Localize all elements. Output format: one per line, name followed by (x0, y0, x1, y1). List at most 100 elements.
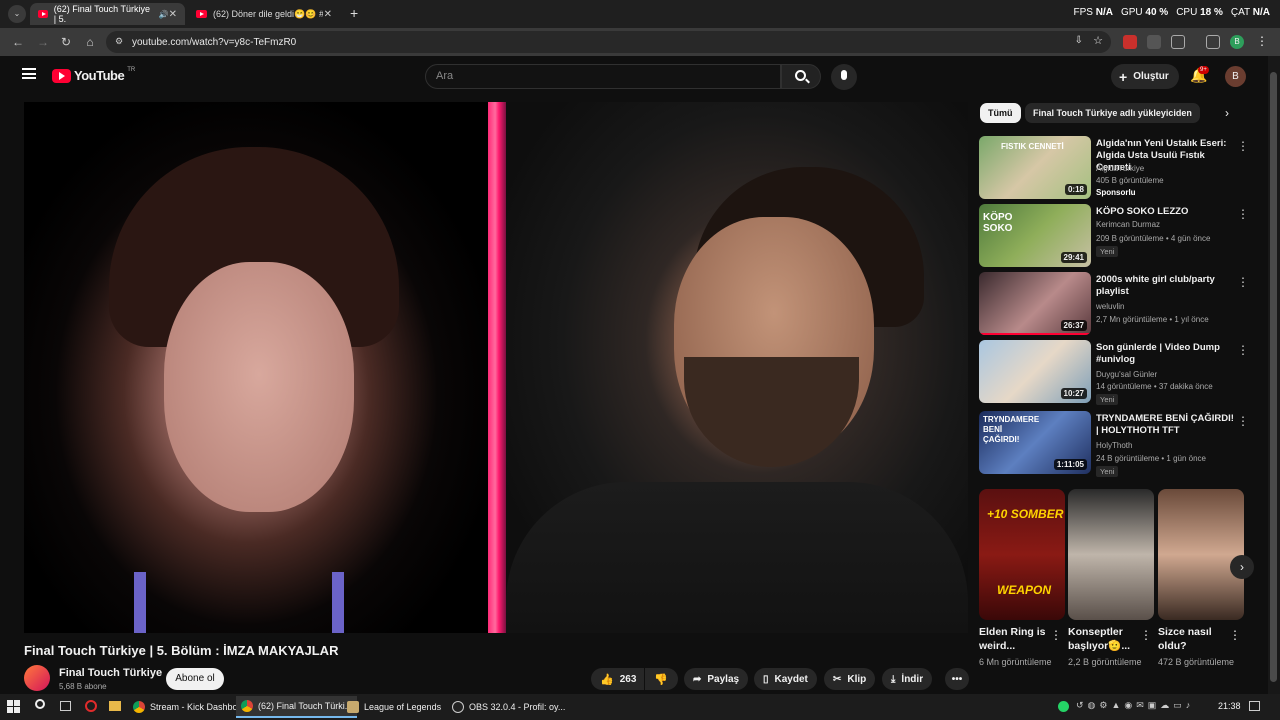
back-icon[interactable]: ← (9, 33, 27, 51)
tab-label: (62) Final Touch Türkiye | 5. (53, 4, 151, 24)
browser-menu-icon[interactable]: ⋮ (1256, 34, 1268, 48)
bookmark-star-icon[interactable]: ☆ (1093, 34, 1103, 47)
video-title[interactable]: 2000s white girl club/party playlist (1096, 274, 1236, 298)
thumbs-up-icon: 👍 (600, 673, 614, 686)
shorts-next-button[interactable]: › (1230, 555, 1254, 579)
short-title[interactable]: Elden Ring is weird... (979, 625, 1061, 653)
channel-avatar[interactable] (24, 665, 50, 691)
bookmark-icon: ▯ (763, 673, 769, 685)
more-vertical-icon[interactable]: ⋮ (1237, 414, 1249, 428)
tab-final-touch[interactable]: (62) Final Touch Türkiye | 5. 🔊 ✕ (30, 3, 185, 25)
close-icon[interactable]: ✕ (169, 9, 177, 20)
duration-badge: 0:18 (1064, 184, 1087, 195)
hamburger-menu-icon[interactable] (22, 68, 36, 79)
speaker-icon[interactable]: 🔊 (159, 10, 169, 19)
puzzle-extensions-icon[interactable] (1171, 35, 1185, 49)
forward-icon[interactable]: → (34, 33, 52, 51)
opera-icon[interactable] (85, 700, 97, 712)
subscribe-button[interactable]: Abone ol (166, 668, 224, 690)
download-button[interactable]: ⤓ İndir (882, 668, 933, 690)
list-item[interactable]: TRYNDAMERE BENİ ÇAĞIRDI! 1:11:05 TRYNDAM… (979, 411, 1259, 477)
new-tab-button[interactable]: + (350, 5, 358, 21)
file-explorer-icon[interactable] (109, 701, 121, 711)
account-avatar[interactable]: B (1225, 66, 1246, 87)
video-thumbnail[interactable]: KÖPO SOKO 29:41 (979, 204, 1091, 267)
windows-start-icon[interactable] (7, 700, 20, 713)
youtube-logo[interactable]: YouTube TR (52, 67, 135, 83)
whatsapp-tray-icon[interactable] (1058, 701, 1069, 712)
voice-search-button[interactable] (831, 64, 857, 90)
video-thumbnail[interactable]: TRYNDAMERE BENİ ÇAĞIRDI! 1:11:05 (979, 411, 1091, 474)
search-button[interactable] (781, 64, 821, 89)
dislike-button[interactable]: 👎 (645, 668, 678, 690)
taskbar-item-label: (62) Final Touch Türki... (258, 701, 353, 711)
media-control-icon[interactable] (1206, 35, 1220, 49)
address-bar[interactable]: ⚙ youtube.com/watch?v=y8c-TeFmzR0 ⇩ ☆ (106, 31, 1111, 53)
face-shape (164, 262, 354, 512)
scrollbar-thumb[interactable] (1270, 72, 1277, 682)
search-input[interactable]: Ara (425, 64, 781, 89)
short-thumbnail[interactable]: +10 SOMBER WEAPON (979, 489, 1065, 620)
tray-icons[interactable]: ↺◍⚙▲◉✉▣☁▭♪ (1076, 700, 1194, 711)
chips-next-icon[interactable]: › (1225, 106, 1229, 120)
video-title[interactable]: Son günlerde | Video Dump #univlog (1096, 342, 1236, 366)
video-thumbnail[interactable]: 10:27 (979, 340, 1091, 403)
share-button[interactable]: ➦ Paylaş (684, 668, 749, 690)
short-thumbnail[interactable] (1068, 489, 1154, 620)
channel-name[interactable]: Duygu'sal Günler (1096, 370, 1157, 379)
channel-name[interactable]: Final Touch Türkiye (59, 667, 162, 679)
channel-name[interactable]: HolyThoth (1096, 441, 1132, 450)
short-thumbnail[interactable] (1158, 489, 1244, 620)
list-item[interactable]: 26:37 2000s white girl club/party playli… (979, 272, 1259, 336)
short-title[interactable]: Sizce nasıl oldu? (1158, 625, 1240, 653)
extension-icon[interactable] (1147, 35, 1161, 49)
tab-list-icon[interactable]: ⌄ (8, 5, 26, 23)
tab-doner[interactable]: (62) Döner dile geldi😁😊 #sh ✕ (188, 3, 340, 25)
clip-button[interactable]: ✂ Klip (824, 668, 876, 690)
performance-overlay: FPS N/A GPU 40 % CPU 18 % ÇAT N/A (1073, 7, 1270, 18)
list-item[interactable]: FISTIK CENNETİ 0:18 Algida'nın Yeni Usta… (979, 136, 1259, 200)
video-title[interactable]: KÖPO SOKO LEZZO (1096, 206, 1236, 218)
taskbar-item-obs[interactable]: OBS 32.0.4 - Profil: oy... (447, 696, 570, 718)
taskbar-item-league[interactable]: League of Legends (342, 696, 446, 718)
close-icon[interactable]: ✕ (324, 9, 332, 20)
site-info-icon[interactable]: ⚙ (115, 36, 123, 47)
more-vertical-icon[interactable]: ⋮ (1140, 628, 1152, 642)
reload-icon[interactable]: ↻ (57, 33, 75, 51)
search-icon[interactable] (35, 699, 45, 709)
channel-name[interactable]: Kerimcan Durmaz (1096, 220, 1160, 229)
notification-center-icon[interactable] (1249, 701, 1260, 711)
create-button[interactable]: + Oluştur (1111, 64, 1179, 89)
taskbar-item-stream[interactable]: Stream - Kick Dashbo... (128, 696, 250, 718)
chip-from-uploader[interactable]: Final Touch Türkiye adlı yükleyiciden (1025, 103, 1200, 123)
video-thumbnail[interactable]: 26:37 (979, 272, 1091, 335)
list-item[interactable]: 10:27 Son günlerde | Video Dump #univlog… (979, 340, 1259, 405)
video-title[interactable]: TRYNDAMERE BENİ ÇAĞIRDI! | HOLYTHOTH TFT (1096, 413, 1236, 437)
more-actions-button[interactable]: ••• (945, 668, 969, 690)
more-vertical-icon[interactable]: ⋮ (1050, 628, 1062, 642)
system-clock[interactable]: 21:38 (1218, 701, 1241, 711)
channel-name[interactable]: weluvlin (1096, 302, 1124, 311)
more-vertical-icon[interactable]: ⋮ (1237, 139, 1249, 153)
chip-all[interactable]: Tümü (980, 103, 1021, 123)
more-vertical-icon[interactable]: ⋮ (1229, 628, 1241, 642)
video-thumbnail[interactable]: FISTIK CENNETİ 0:18 (979, 136, 1091, 199)
short-title[interactable]: Konseptler başlıyor🫡... (1068, 625, 1150, 653)
pdf-extension-icon[interactable] (1123, 35, 1137, 49)
home-icon[interactable]: ⌂ (81, 33, 99, 51)
more-vertical-icon[interactable]: ⋮ (1237, 343, 1249, 357)
save-button[interactable]: ▯ Kaydet (754, 668, 817, 690)
video-player[interactable] (24, 102, 968, 633)
like-button[interactable]: 👍 263 (591, 668, 644, 690)
list-item[interactable]: KÖPO SOKO 29:41 KÖPO SOKO LEZZO Kerimcan… (979, 204, 1259, 268)
task-view-icon[interactable] (60, 701, 71, 711)
plus-icon: + (1119, 68, 1128, 85)
profile-avatar[interactable]: B (1230, 35, 1244, 49)
youtube-favicon-icon (196, 10, 207, 18)
chrome-icon (133, 701, 145, 713)
more-vertical-icon[interactable]: ⋮ (1237, 207, 1249, 221)
more-vertical-icon[interactable]: ⋮ (1237, 275, 1249, 289)
taskbar-item-youtube[interactable]: (62) Final Touch Türki... (236, 696, 358, 718)
install-icon[interactable]: ⇩ (1075, 35, 1083, 46)
channel-name[interactable]: AlgidaTurkiye (1096, 164, 1144, 173)
